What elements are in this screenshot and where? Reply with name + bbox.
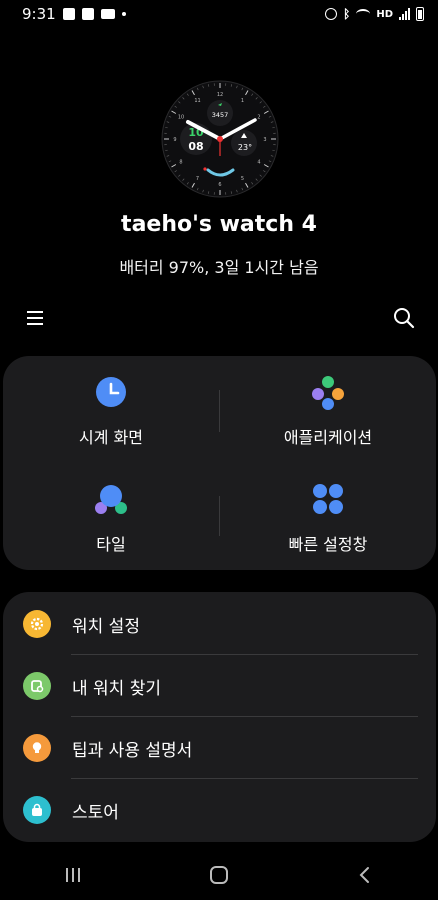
dial-number: 9 (173, 137, 176, 143)
back-icon (359, 867, 369, 883)
tiles-icon (95, 485, 127, 514)
watch-face-preview[interactable]: 121234567891011 3457 10 08 23° (161, 80, 279, 198)
back-button[interactable] (345, 855, 385, 895)
grid-item-label: 시계 화면 (79, 428, 143, 447)
face-minute: 08 (188, 140, 203, 153)
status-bar: 9:31 ᛒ HD (0, 0, 438, 28)
dial-number: 7 (196, 176, 199, 182)
dial-number: 12 (217, 92, 223, 98)
watch-face-icon (96, 377, 126, 407)
home-button[interactable] (199, 855, 239, 895)
grid-item-label: 타일 (96, 535, 126, 554)
arc-marker (203, 167, 207, 171)
list-item-find-watch[interactable]: 내 워치 찾기 (3, 655, 436, 717)
menu-icon (27, 311, 43, 325)
list-item-label: 스토어 (72, 802, 119, 823)
list-item-label: 팁과 사용 설명서 (72, 740, 193, 761)
youtube-icon (100, 9, 115, 19)
grid-item-quick-panel[interactable]: 빠른 설정창 (220, 463, 436, 570)
alarm-icon (325, 8, 338, 20)
hand-center (217, 136, 223, 142)
menu-button[interactable] (25, 308, 45, 328)
list-item-label: 워치 설정 (72, 616, 140, 637)
list-item-watch-settings[interactable]: 워치 설정 (3, 593, 436, 655)
list-item-store[interactable]: 스토어 (3, 779, 436, 841)
dial-number: 11 (194, 98, 200, 104)
wifi-icon (356, 9, 371, 19)
dial-number: 10 (178, 115, 184, 121)
home-icon (210, 866, 228, 884)
watch-name: taeho's watch 4 (121, 212, 317, 237)
status-time: 9:31 (22, 5, 56, 23)
search-icon (394, 308, 415, 329)
dial-number: 3 (263, 137, 266, 143)
grid-item-tiles[interactable]: 타일 (3, 463, 219, 570)
dial-number: 8 (179, 160, 182, 166)
dial-number: 6 (218, 182, 221, 188)
dial-number: 4 (257, 160, 260, 166)
bluetooth-icon: ᛒ (343, 7, 351, 21)
grid-item-label: 빠른 설정창 (288, 535, 368, 554)
apps-icon (312, 376, 344, 410)
face-temp: 23° (238, 143, 252, 152)
feature-grid-card: 시계 화면 애플리케이션 타일 빠른 설정창 (3, 356, 436, 570)
dial-number: 2 (257, 115, 260, 121)
grid-item-apps[interactable]: 애플리케이션 (220, 356, 436, 463)
watch-battery-status: 배터리 97%, 3일 1시간 남음 (119, 258, 319, 277)
notification-icon-a (62, 8, 75, 20)
store-bag-icon (23, 796, 51, 824)
gear-icon (23, 610, 51, 638)
list-item-tips[interactable]: 팁과 사용 설명서 (3, 717, 436, 779)
lightbulb-icon (23, 734, 51, 762)
search-button[interactable] (392, 306, 416, 330)
status-left: 9:31 (22, 5, 126, 23)
grid-item-watch-faces[interactable]: 시계 화면 (3, 356, 219, 463)
dial-number: 1 (241, 98, 244, 104)
signal-icon (399, 8, 410, 20)
notification-icon-phone (81, 8, 94, 20)
list-item-label: 내 워치 찾기 (72, 678, 162, 699)
quick-panel-icon (313, 484, 343, 514)
battery-icon (416, 7, 424, 21)
hd-voice-label: HD (376, 8, 393, 20)
recent-apps-button[interactable] (53, 855, 93, 895)
dial-number: 5 (241, 176, 244, 182)
grid-item-label: 애플리케이션 (283, 428, 373, 447)
recent-apps-icon (66, 868, 80, 882)
menu-list-card: 워치 설정 내 워치 찾기 팁과 사용 설명서 스토어 (3, 592, 436, 842)
more-notifications-icon (121, 12, 126, 16)
system-nav-bar (0, 850, 438, 900)
status-right: ᛒ HD (325, 7, 424, 21)
find-watch-icon (23, 672, 51, 700)
steps-value: 3457 (212, 111, 229, 119)
